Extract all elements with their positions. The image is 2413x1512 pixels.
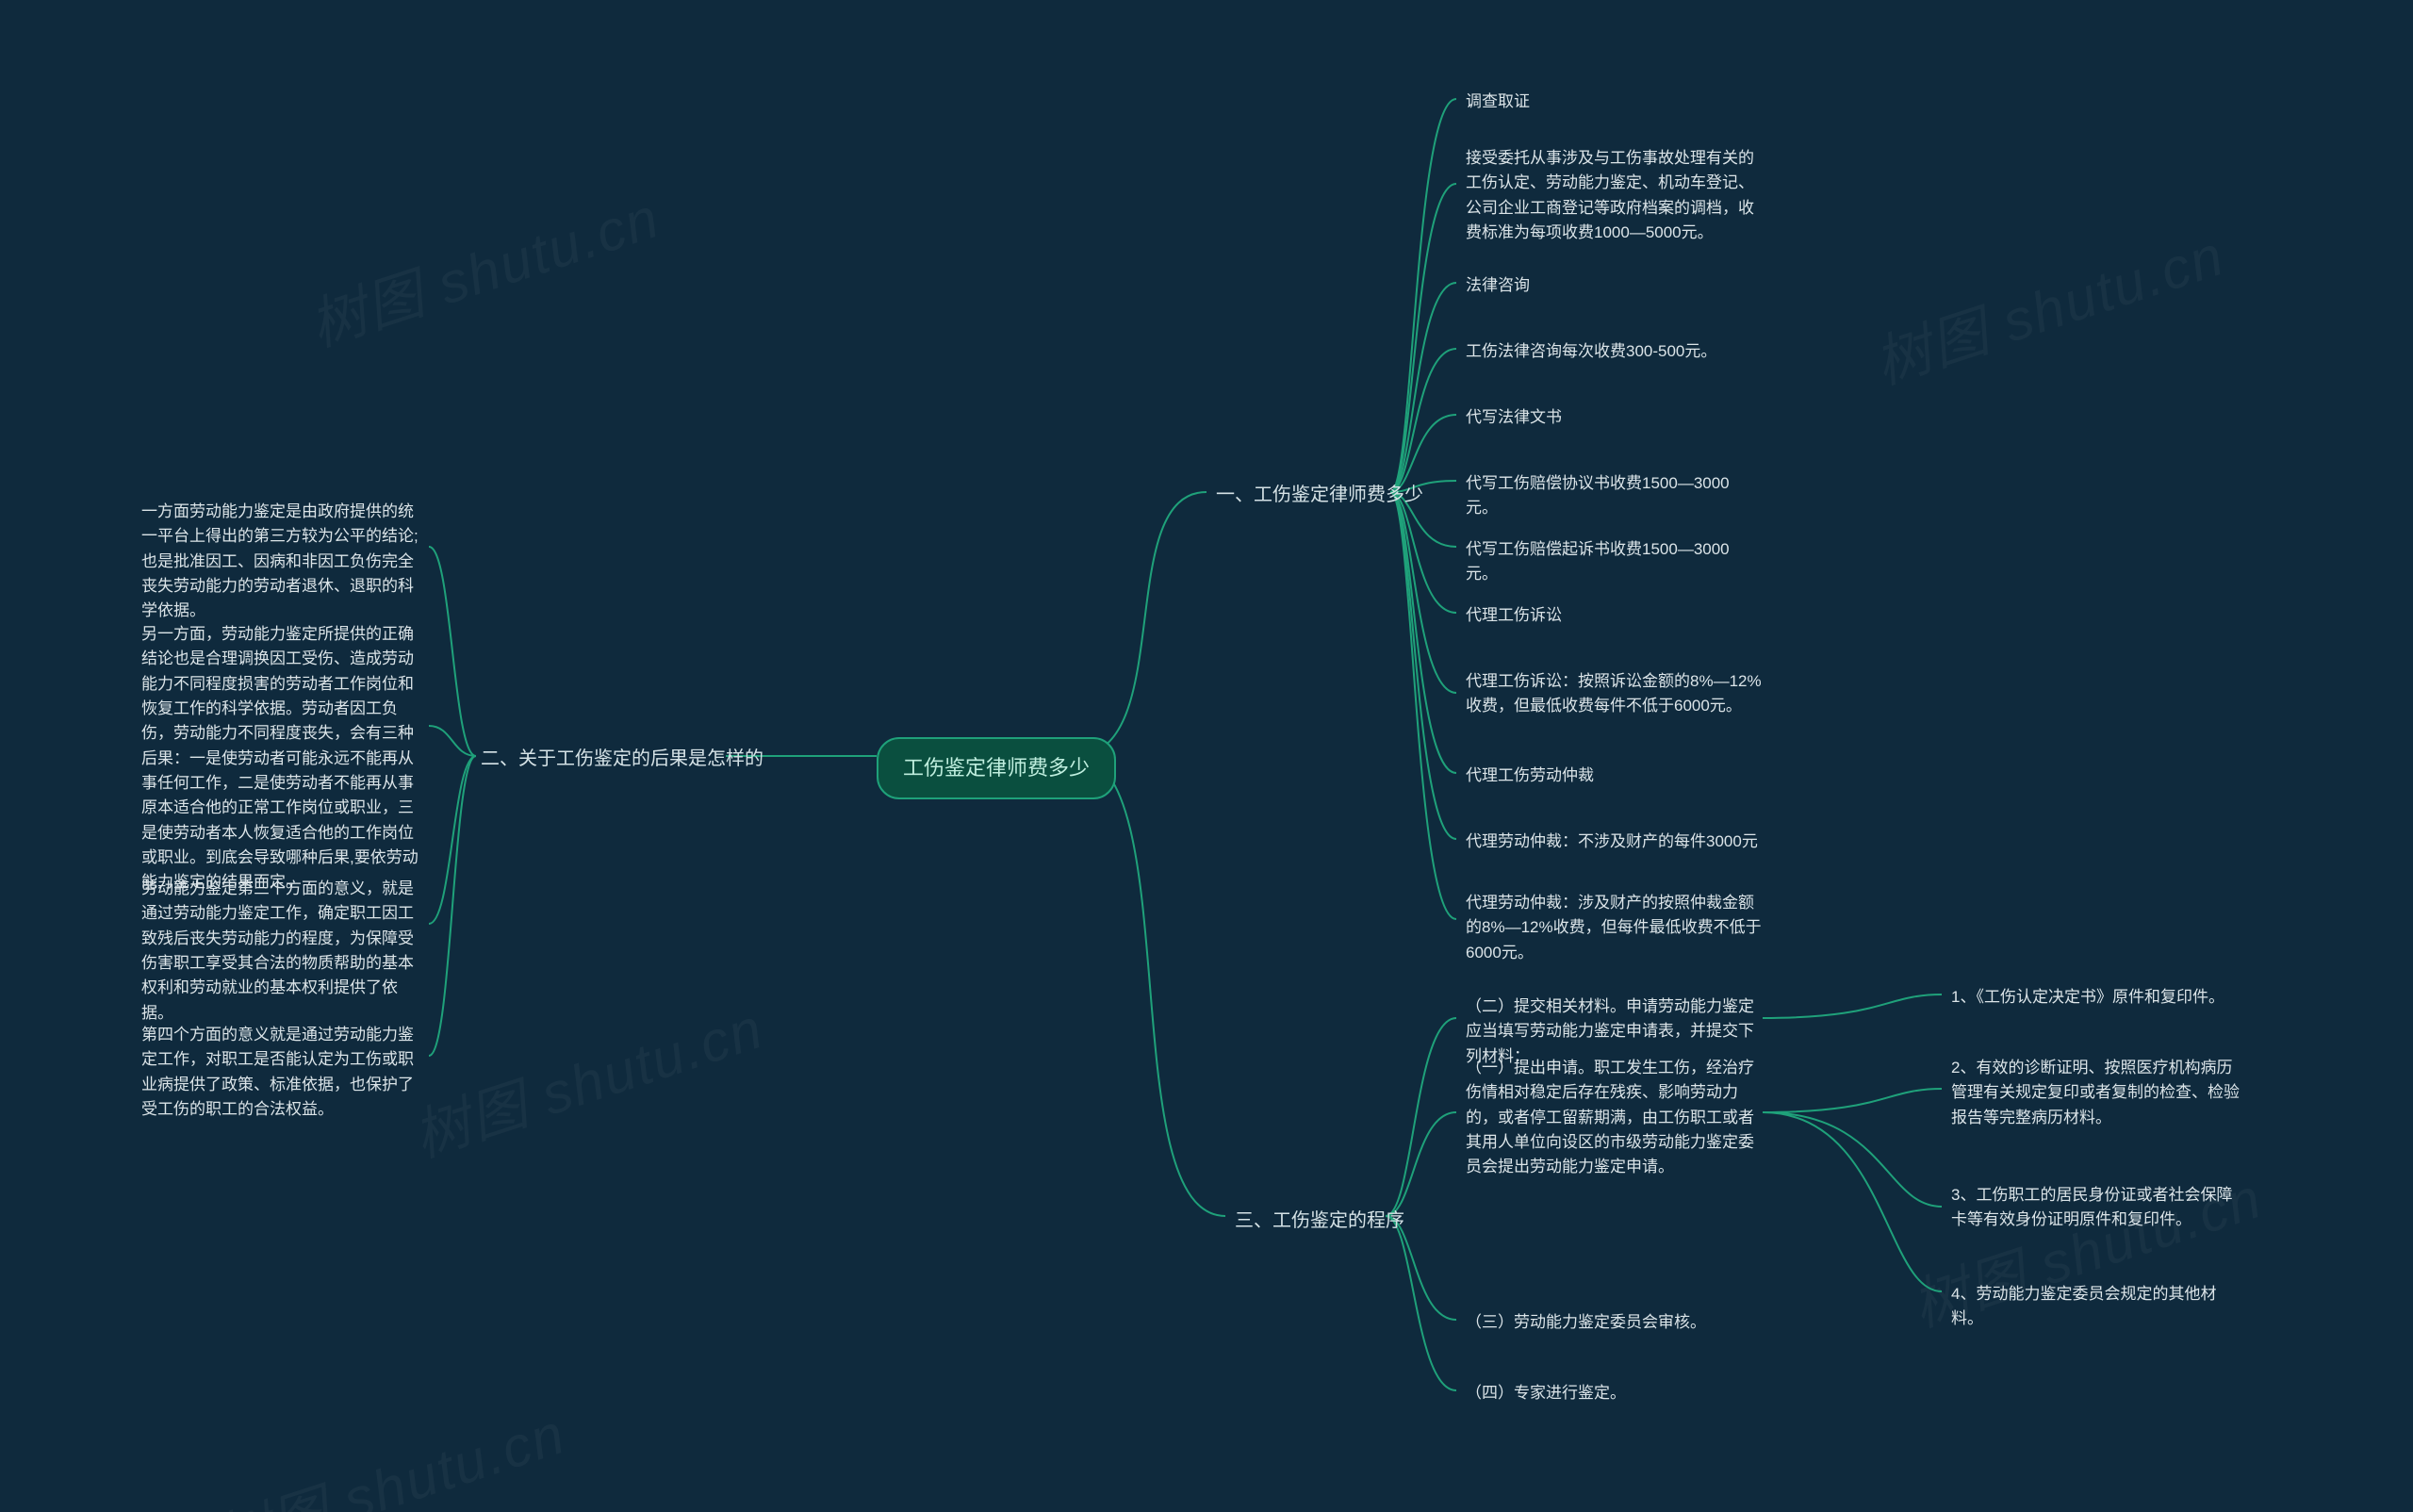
watermark: 树图 shutu.cn: [1863, 210, 2234, 401]
watermark: 树图 shutu.cn: [298, 173, 669, 363]
branch-1-item: 代理劳动仲裁：涉及财产的按照仲裁金额的8%—12%收费，但每件最低收费不低于60…: [1466, 891, 1767, 965]
branch-1-item: 法律咨询: [1466, 273, 1530, 298]
branch-1-item: 代理工伤诉讼：按照诉讼金额的8%—12%收费，但最低收费每件不低于6000元。: [1466, 669, 1767, 719]
branch-1-item: 调查取证: [1466, 90, 1530, 114]
branch-2-item: 另一方面，劳动能力鉴定所提供的正确结论也是合理调换因工受伤、造成劳动能力不同程度…: [141, 622, 424, 896]
branch-2-item: 一方面劳动能力鉴定是由政府提供的统一平台上得出的第三方较为公平的结论;也是批准因…: [141, 500, 424, 624]
branch-1-item: 代写工伤赔偿起诉书收费1500—3000元。: [1466, 537, 1758, 587]
branch-1-item: 代理劳动仲裁：不涉及财产的每件3000元: [1466, 830, 1758, 854]
branch-3-sub-item: 1、《工伤认定决定书》原件和复印件。: [1951, 985, 2224, 1010]
watermark: 树图 shutu.cn: [204, 1389, 575, 1512]
mindmap-root: 工伤鉴定律师费多少: [877, 737, 1116, 799]
branch-1-title: 一、工伤鉴定律师费多少: [1216, 481, 1423, 510]
branch-3-sub-item: 3、工伤职工的居民身份证或者社会保障卡等有效身份证明原件和复印件。: [1951, 1183, 2243, 1233]
branch-1-item: 代理工伤诉讼: [1466, 603, 1562, 628]
branch-2-item: 劳动能力鉴定第三个方面的意义，就是通过劳动能力鉴定工作，确定职工因工致残后丧失劳…: [141, 877, 424, 1026]
branch-3-title: 三、工伤鉴定的程序: [1235, 1207, 1404, 1236]
watermark: 树图 shutu.cn: [402, 983, 773, 1174]
branch-1-item: 工伤法律咨询每次收费300-500元。: [1466, 339, 1716, 364]
branch-2-title: 二、关于工伤鉴定的后果是怎样的: [481, 745, 763, 774]
branch-3-item: （一）提出申请。职工发生工伤，经治疗伤情相对稳定后存在残疾、影响劳动力的，或者停…: [1466, 1056, 1758, 1180]
branch-3-item: （三）劳动能力鉴定委员会审核。: [1466, 1310, 1706, 1335]
branch-3-item: （二）提交相关材料。申请劳动能力鉴定应当填写劳动能力鉴定申请表，并提交下列材料：: [1466, 994, 1758, 1069]
branch-3-sub-item: 4、劳动能力鉴定委员会规定的其他材料。: [1951, 1282, 2243, 1332]
branch-3-sub-item: 2、有效的诊断证明、按照医疗机构病历管理有关规定复印或者复制的检查、检验报告等完…: [1951, 1056, 2243, 1130]
branch-1-item: 代写法律文书: [1466, 405, 1562, 430]
branch-3-item: （四）专家进行鉴定。: [1466, 1381, 1626, 1405]
branch-2-item: 第四个方面的意义就是通过劳动能力鉴定工作，对职工是否能认定为工伤或职业病提供了政…: [141, 1023, 424, 1122]
branch-1-item: 代写工伤赔偿协议书收费1500—3000元。: [1466, 471, 1758, 521]
branch-1-item: 接受委托从事涉及与工伤事故处理有关的工伤认定、劳动能力鉴定、机动车登记、公司企业…: [1466, 146, 1767, 245]
branch-1-item: 代理工伤劳动仲裁: [1466, 764, 1594, 788]
